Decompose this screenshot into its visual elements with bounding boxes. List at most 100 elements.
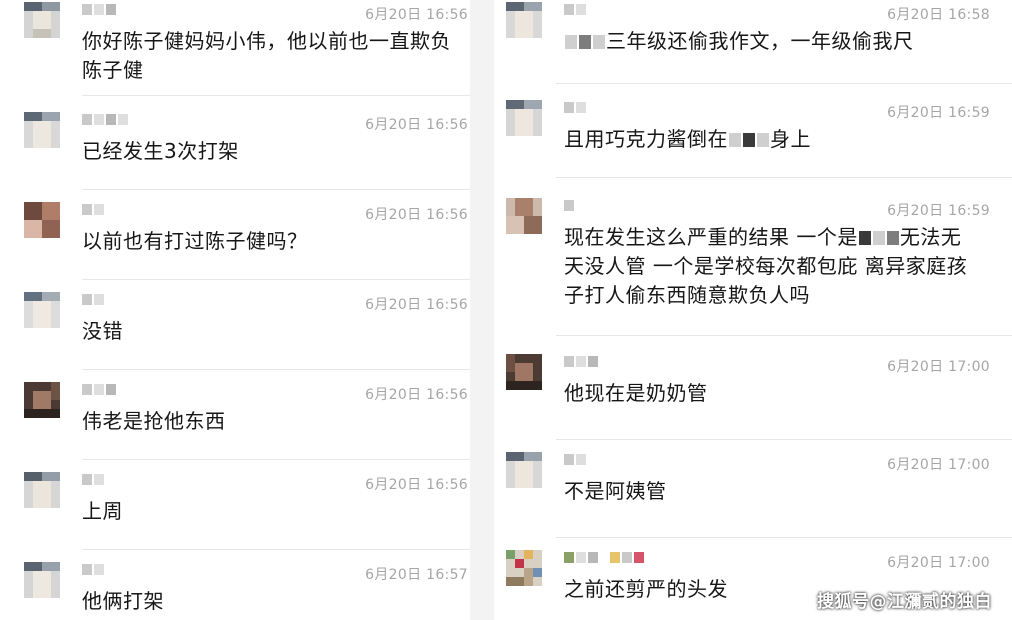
chat-message[interactable]: 6月20日 16:56 已经发生3次打架 [0, 110, 470, 190]
message-time: 6月20日 16:56 [365, 207, 468, 223]
sender-name-redacted [564, 4, 586, 15]
chat-message[interactable]: 6月20日 17:00 他现在是奶奶管 [494, 352, 1012, 440]
divider [82, 459, 470, 460]
pixelated-avatar-dark-icon [24, 382, 60, 418]
divider [82, 279, 470, 280]
chat-message[interactable]: 6月20日 16:57 他俩打架 [0, 560, 470, 620]
avatar[interactable] [24, 382, 60, 418]
pixelated-avatar-gray-icon [506, 2, 542, 38]
sender-name-redacted [82, 474, 104, 485]
message-text: 上周 [82, 499, 123, 523]
redacted-name [858, 231, 871, 245]
pixelated-avatar-brown-icon [506, 198, 542, 234]
divider [556, 83, 1012, 84]
pixelated-avatar-colorful-icon [506, 550, 542, 586]
chat-message[interactable]: 6月20日 16:56 你好陈子健妈妈小伟，他以前也一直欺负陈子健 [0, 0, 470, 96]
message-time: 6月20日 16:58 [887, 7, 990, 23]
divider [82, 369, 470, 370]
redacted-name [565, 35, 577, 49]
redacted-name [579, 35, 591, 49]
chat-message[interactable]: 6月20日 16:56 上周 [0, 470, 470, 550]
message-time: 6月20日 17:00 [887, 555, 990, 571]
avatar[interactable] [24, 292, 60, 328]
message-text: 他俩打架 [82, 589, 164, 613]
chat-screenshot-left: 6月20日 16:56 你好陈子健妈妈小伟，他以前也一直欺负陈子健 6月20日 … [0, 0, 470, 620]
message-time: 6月20日 17:00 [887, 457, 990, 473]
watermark: 搜狐号@江瀰贰的独白 [817, 592, 992, 612]
pixelated-avatar-dark-icon [506, 354, 542, 390]
divider [556, 177, 1012, 178]
avatar[interactable] [506, 354, 542, 390]
avatar[interactable] [506, 2, 542, 38]
chat-message[interactable]: 6月20日 16:58 三年级还偷我作文，一年级偷我尺 [494, 0, 1012, 84]
sender-name-redacted [564, 454, 586, 465]
avatar[interactable] [506, 452, 542, 488]
chat-message[interactable]: 6月20日 17:00 不是阿姨管 [494, 450, 1012, 538]
pixelated-avatar-gray-icon [24, 2, 60, 38]
divider [82, 549, 470, 550]
avatar[interactable] [24, 112, 60, 148]
sender-name-redacted [82, 114, 128, 125]
message-time: 6月20日 16:59 [887, 203, 990, 219]
redacted-name [872, 231, 885, 245]
message-text: 且用巧克力酱倒在 身上 [564, 125, 976, 154]
message-text-part: 且用巧克力酱倒在 [564, 127, 728, 151]
avatar[interactable] [24, 562, 60, 598]
message-text-part: 身上 [770, 127, 811, 151]
message-time: 6月20日 17:00 [887, 359, 990, 375]
message-time: 6月20日 16:57 [365, 567, 468, 583]
sender-name-redacted [82, 204, 104, 215]
message-text-part: 三年级还偷我作文，一年级偷我尺 [606, 29, 914, 53]
sender-name-redacted [82, 384, 116, 395]
chat-message[interactable]: 6月20日 16:59 现在发生这么严重的结果 一个是 无法无天没人管 一个是学校… [494, 196, 1012, 336]
chat-screenshot-right: 6月20日 16:58 三年级还偷我作文，一年级偷我尺 6月20日 16:59 … [494, 0, 1012, 620]
chat-message[interactable]: 6月20日 16:56 以前也有打过陈子健吗？ [0, 200, 470, 280]
chat-message[interactable]: 6月20日 16:56 伟老是抢他东西 [0, 380, 470, 460]
sender-name-redacted [564, 200, 574, 211]
message-time: 6月20日 16:56 [365, 117, 468, 133]
redacted-name [757, 133, 769, 147]
message-text: 他现在是奶奶管 [564, 381, 708, 405]
pixelated-avatar-gray-icon [24, 472, 60, 508]
pixelated-avatar-gray-icon [24, 112, 60, 148]
redacted-name [729, 133, 741, 147]
message-time: 6月20日 16:56 [365, 387, 468, 403]
message-time: 6月20日 16:59 [887, 105, 990, 121]
divider [556, 439, 1012, 440]
divider [556, 335, 1012, 336]
message-text: 伟老是抢他东西 [82, 409, 226, 433]
sender-name-redacted [82, 294, 104, 305]
avatar[interactable] [506, 198, 542, 234]
redacted-name [743, 133, 755, 147]
pixelated-avatar-gray-icon [24, 292, 60, 328]
sender-name-redacted [82, 564, 104, 575]
sender-name-redacted [564, 356, 598, 367]
sender-name-redacted [564, 552, 644, 563]
pixelated-avatar-gray-icon [506, 100, 542, 136]
message-text: 三年级还偷我作文，一年级偷我尺 [564, 27, 976, 56]
avatar[interactable] [24, 472, 60, 508]
divider [82, 189, 470, 190]
message-text-part: 现在发生这么严重的结果 一个是 [564, 225, 858, 249]
pixelated-avatar-gray-icon [506, 452, 542, 488]
message-text: 现在发生这么严重的结果 一个是 无法无天没人管 一个是学校每次都包庇 离异家庭孩子… [564, 223, 976, 310]
message-text: 你好陈子健妈妈小伟，他以前也一直欺负陈子健 [82, 29, 451, 82]
divider [556, 537, 1012, 538]
message-time: 6月20日 16:56 [365, 477, 468, 493]
avatar[interactable] [506, 100, 542, 136]
divider [82, 95, 470, 96]
sender-name-redacted [564, 102, 586, 113]
message-text: 已经发生3次打架 [82, 139, 239, 163]
message-time: 6月20日 16:56 [365, 7, 468, 23]
avatar[interactable] [24, 202, 60, 238]
avatar[interactable] [24, 2, 60, 38]
redacted-name [886, 231, 899, 245]
message-text: 没错 [82, 319, 123, 343]
avatar[interactable] [506, 550, 542, 586]
chat-message[interactable]: 6月20日 16:56 没错 [0, 290, 470, 370]
chat-message[interactable]: 6月20日 16:59 且用巧克力酱倒在 身上 [494, 98, 1012, 178]
message-text: 不是阿姨管 [564, 479, 667, 503]
pixelated-avatar-gray-icon [24, 562, 60, 598]
redacted-name [593, 35, 605, 49]
sender-name-redacted [82, 4, 116, 15]
